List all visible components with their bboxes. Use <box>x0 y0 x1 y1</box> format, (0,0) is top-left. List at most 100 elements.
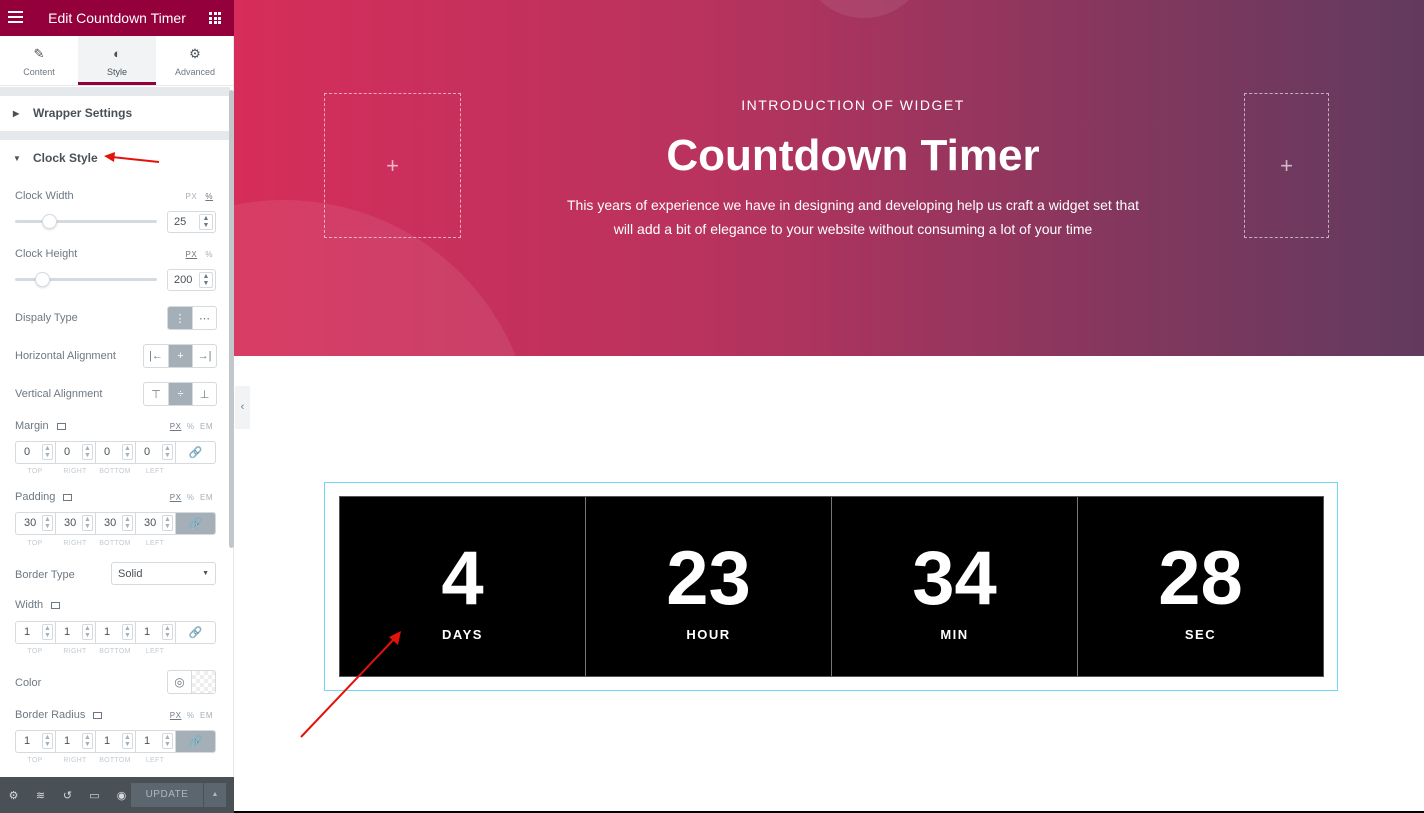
dim-label: LEFT <box>145 468 165 475</box>
margin-inputs: 0 ▲ ▼ 0 ▲ ▼ 0 ▲ ▼ 0 ▲ ▼ 🔗 <box>15 441 216 464</box>
unit-em[interactable]: EM <box>200 422 213 431</box>
align-top-icon[interactable]: ⊤ <box>144 383 168 405</box>
link-icon[interactable]: 🔗 <box>176 442 215 463</box>
align-bottom-icon[interactable]: ⊥ <box>192 383 216 405</box>
responsive-icon[interactable]: ▭ <box>81 789 108 802</box>
align-center-icon[interactable]: + <box>168 345 192 367</box>
border-radius-right-input[interactable]: 1 ▲ ▼ <box>56 731 96 752</box>
history-icon[interactable]: ↺ <box>54 789 81 802</box>
link-icon[interactable]: 🔗 <box>176 622 215 643</box>
unit-switcher[interactable]: PX % <box>186 192 213 201</box>
padding-left-input[interactable]: 30 ▲ ▼ <box>136 513 176 534</box>
value: 30 <box>24 517 37 529</box>
desktop-icon[interactable] <box>51 601 61 609</box>
section-wrapper-settings[interactable]: ▶ Wrapper Settings <box>0 96 230 132</box>
tab-style[interactable]: ◐ Style <box>78 36 156 85</box>
clock-height-input[interactable]: 200 ▲ ▼ <box>167 269 216 291</box>
unit-px[interactable]: PX <box>170 493 182 502</box>
border-type-select[interactable]: Solid ▼ <box>111 562 216 585</box>
clock-height-slider-handle[interactable] <box>35 272 50 287</box>
editor-panel: Edit Countdown Timer ✎ Content ◐ Style ⚙… <box>0 0 234 813</box>
align-middle-icon[interactable]: ÷ <box>168 383 192 405</box>
value: 1 <box>144 735 151 747</box>
clock-width-slider-handle[interactable] <box>42 214 57 229</box>
stepper-icon[interactable]: ▲ ▼ <box>162 515 173 531</box>
stepper-icon[interactable]: ▲ ▼ <box>122 624 133 640</box>
tab-content[interactable]: ✎ Content <box>0 36 78 85</box>
border-radius-left-input[interactable]: 1 ▲ ▼ <box>136 731 176 752</box>
unit-percent[interactable]: % <box>187 711 195 720</box>
border-radius-top-input[interactable]: 1 ▲ ▼ <box>16 731 56 752</box>
stepper-icon[interactable]: ▲ ▼ <box>162 733 173 749</box>
unit-percent[interactable]: % <box>187 493 195 502</box>
tab-advanced[interactable]: ⚙ Advanced <box>156 36 234 85</box>
stepper-icon[interactable]: ▲ ▼ <box>42 444 53 460</box>
clock-width-slider[interactable] <box>15 220 157 223</box>
border-width-bottom-input[interactable]: 1 ▲ ▼ <box>96 622 136 643</box>
update-button[interactable]: UPDATE <box>131 783 203 807</box>
border-width-left-input[interactable]: 1 ▲ ▼ <box>136 622 176 643</box>
align-right-icon[interactable]: →| <box>192 345 216 367</box>
stepper-icon[interactable]: ▲ ▼ <box>162 444 173 460</box>
display-vertical-icon[interactable]: ⋮ <box>168 307 192 329</box>
unit-px[interactable]: PX <box>170 711 182 720</box>
align-left-icon[interactable]: |← <box>144 345 168 367</box>
unit-switcher[interactable]: PX % EM <box>170 493 213 502</box>
chevron-up-icon[interactable]: ▲ <box>204 783 226 807</box>
stepper-icon[interactable]: ▲ ▼ <box>42 733 53 749</box>
layers-icon[interactable]: ≋ <box>27 789 54 802</box>
unit-px[interactable]: PX <box>186 250 198 259</box>
value: 0 <box>104 446 111 458</box>
stepper-icon[interactable]: ▲ ▼ <box>42 515 53 531</box>
collapse-panel-button[interactable]: ‹ <box>235 386 250 429</box>
desktop-icon[interactable] <box>63 493 73 501</box>
stepper-icon[interactable]: ▲ ▼ <box>42 624 53 640</box>
dim-label: TOP <box>27 540 43 547</box>
link-icon[interactable]: 🔗 <box>176 513 215 534</box>
display-horizontal-icon[interactable]: ⋯ <box>192 307 216 329</box>
unit-switcher[interactable]: PX % EM <box>170 422 213 431</box>
unit-percent[interactable]: % <box>187 422 195 431</box>
unit-em[interactable]: EM <box>200 711 213 720</box>
widgets-grid-icon[interactable] <box>209 12 221 24</box>
globe-icon[interactable]: ◎ <box>168 671 192 693</box>
border-width-top-input[interactable]: 1 ▲ ▼ <box>16 622 56 643</box>
border-width-right-input[interactable]: 1 ▲ ▼ <box>56 622 96 643</box>
clock-width-input[interactable]: 25 ▲ ▼ <box>167 211 216 233</box>
stepper-icon[interactable]: ▲ ▼ <box>162 624 173 640</box>
unit-px[interactable]: PX <box>186 192 198 201</box>
border-radius-bottom-input[interactable]: 1 ▲ ▼ <box>96 731 136 752</box>
stepper-icon[interactable]: ▲ ▼ <box>122 733 133 749</box>
stepper-icon[interactable]: ▲ ▼ <box>122 515 133 531</box>
padding-bottom-input[interactable]: 30 ▲ ▼ <box>96 513 136 534</box>
unit-em[interactable]: EM <box>200 493 213 502</box>
section-clock-style[interactable]: ▼ Clock Style <box>0 141 230 177</box>
unit-px[interactable]: PX <box>170 422 182 431</box>
link-icon[interactable]: 🔗 <box>176 731 215 752</box>
width-label: Width <box>15 599 61 611</box>
stepper-icon[interactable]: ▲ ▼ <box>199 214 213 230</box>
padding-top-input[interactable]: 30 ▲ ▼ <box>16 513 56 534</box>
margin-bottom-input[interactable]: 0 ▲ ▼ <box>96 442 136 463</box>
unit-percent[interactable]: % <box>205 192 213 201</box>
stepper-icon[interactable]: ▲ ▼ <box>82 733 93 749</box>
margin-left-input[interactable]: 0 ▲ ▼ <box>136 442 176 463</box>
margin-right-input[interactable]: 0 ▲ ▼ <box>56 442 96 463</box>
desktop-icon[interactable] <box>56 422 66 430</box>
color-swatch[interactable] <box>192 671 215 693</box>
stepper-icon[interactable]: ▲ ▼ <box>82 444 93 460</box>
margin-top-input[interactable]: 0 ▲ ▼ <box>16 442 56 463</box>
unit-percent[interactable]: % <box>205 250 213 259</box>
stepper-icon[interactable]: ▲ ▼ <box>199 272 213 288</box>
tab-label: Content <box>23 67 55 77</box>
stepper-icon[interactable]: ▲ ▼ <box>82 515 93 531</box>
value: 0 <box>64 446 71 458</box>
unit-switcher[interactable]: PX % EM <box>170 711 213 720</box>
settings-icon[interactable]: ⚙ <box>0 789 27 802</box>
desktop-icon[interactable] <box>93 711 103 719</box>
stepper-icon[interactable]: ▲ ▼ <box>82 624 93 640</box>
unit-switcher[interactable]: PX % <box>186 250 213 259</box>
countdown-widget[interactable]: 4 DAYS 23 HOUR 34 MIN 28 SEC <box>324 482 1338 691</box>
stepper-icon[interactable]: ▲ ▼ <box>122 444 133 460</box>
padding-right-input[interactable]: 30 ▲ ▼ <box>56 513 96 534</box>
